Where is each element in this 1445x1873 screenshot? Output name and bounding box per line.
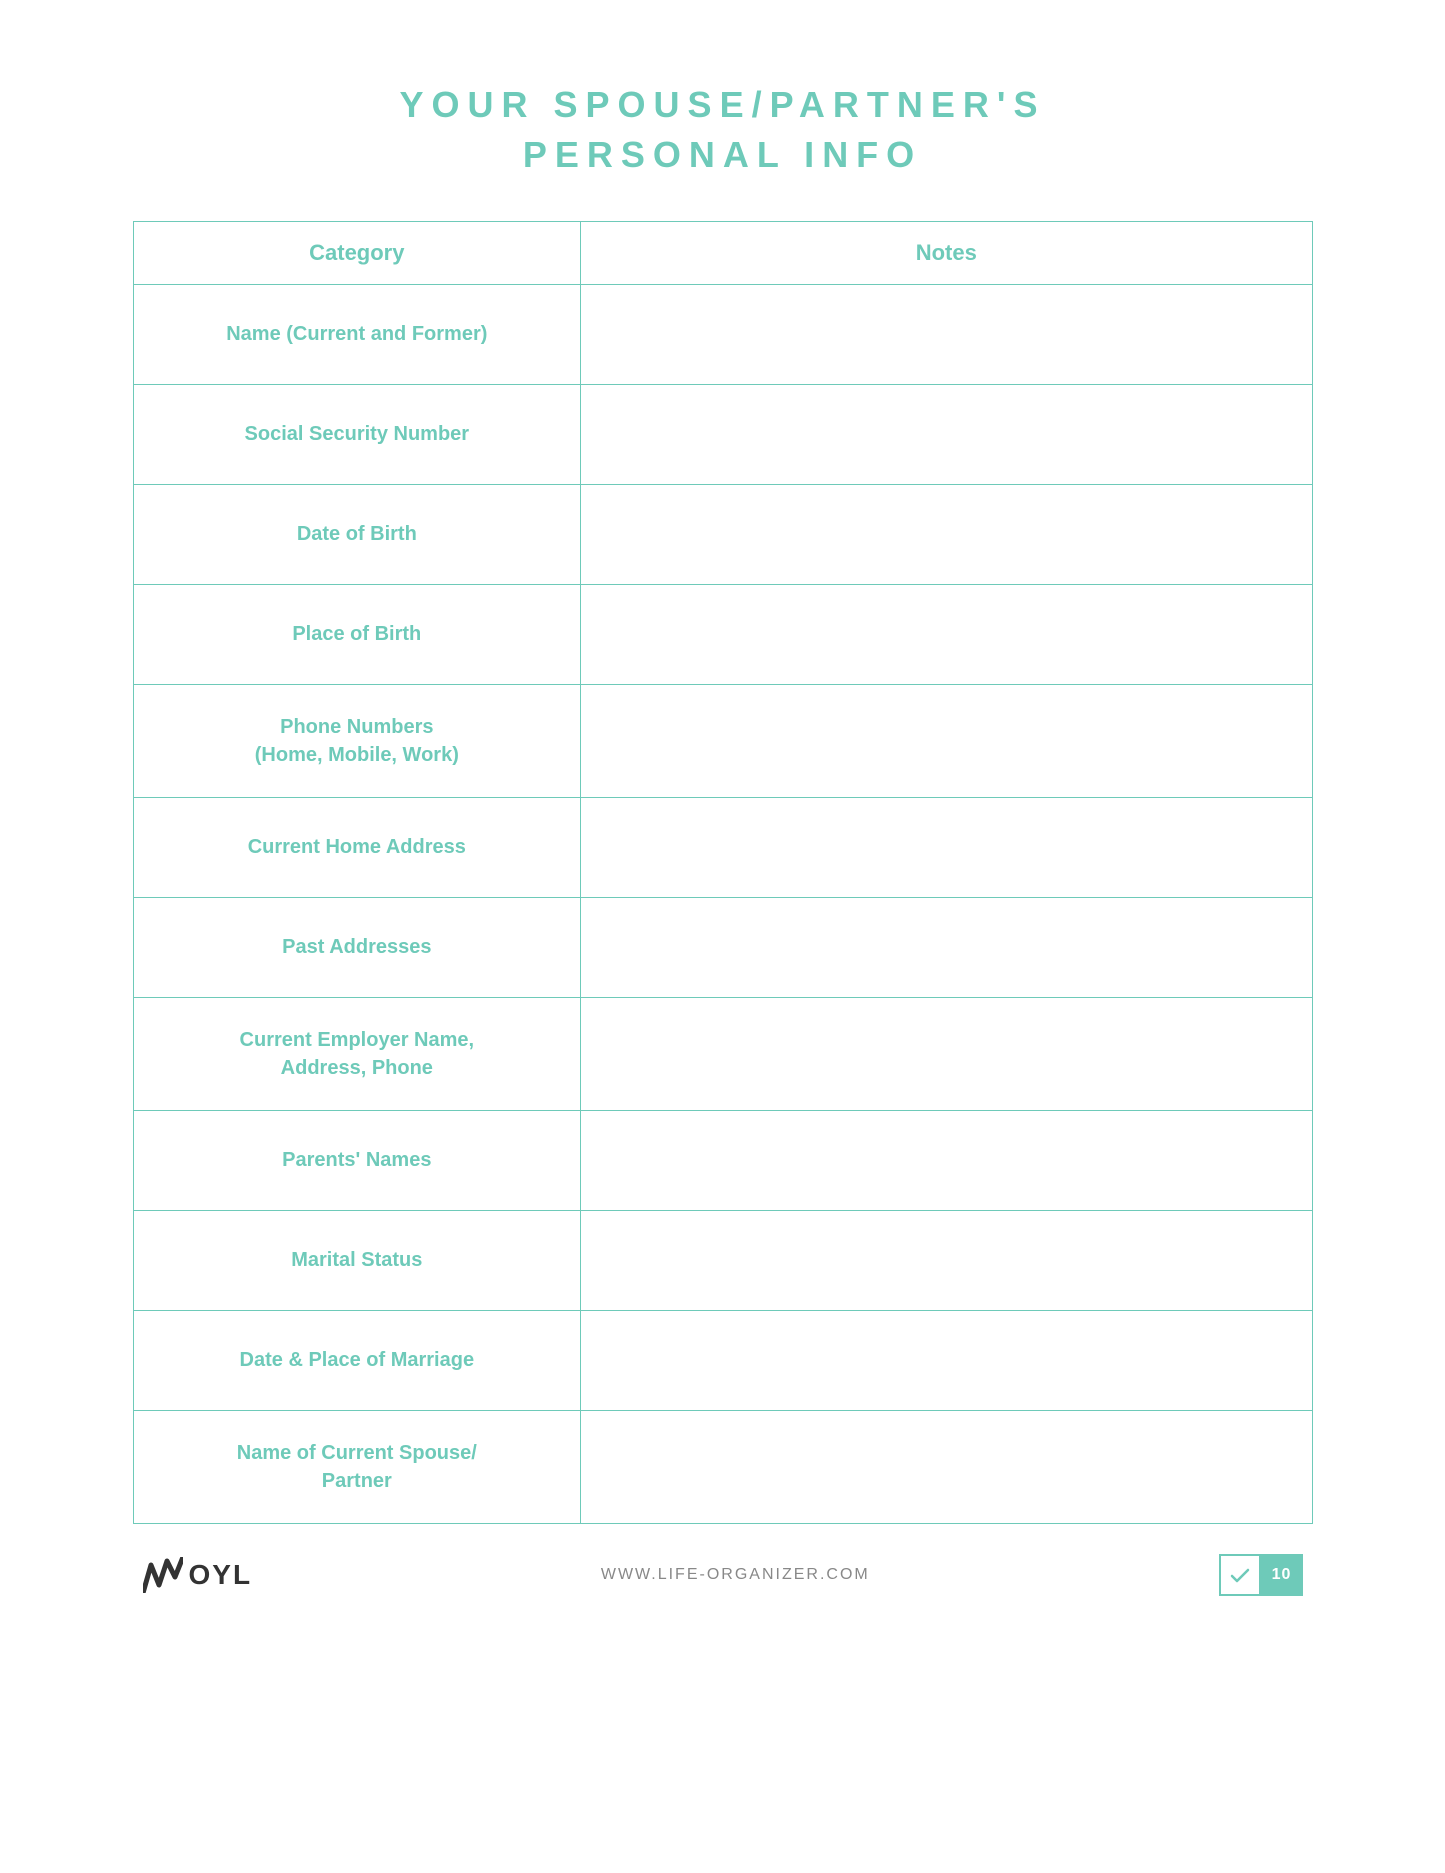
website-url: WWW.LIFE-ORGANIZER.COM (601, 1566, 870, 1584)
table-row: Name of Current Spouse/ Partner (134, 1411, 1312, 1523)
table-row: Current Employer Name, Address, Phone (134, 998, 1312, 1111)
row-notes-0 (581, 285, 1311, 384)
category-label: Name (Current and Former) (226, 320, 487, 348)
row-category-6: Past Addresses (134, 898, 582, 997)
row-category-11: Name of Current Spouse/ Partner (134, 1411, 582, 1523)
category-label: Marital Status (291, 1246, 422, 1274)
row-notes-9 (581, 1211, 1311, 1310)
category-label: Date of Birth (297, 520, 417, 548)
category-label: Current Employer Name, Address, Phone (240, 1026, 475, 1082)
category-label: Date & Place of Marriage (240, 1346, 475, 1374)
page-num-box: 10 (1261, 1554, 1303, 1596)
row-category-2: Date of Birth (134, 485, 582, 584)
table-row: Current Home Address (134, 798, 1312, 898)
row-notes-7 (581, 998, 1311, 1110)
table-row: Place of Birth (134, 585, 1312, 685)
title-line1: YOUR SPOUSE/PARTNER'S (400, 84, 1046, 125)
title-line2: PERSONAL INFO (523, 134, 922, 175)
table-row: Date & Place of Marriage (134, 1311, 1312, 1411)
category-label: Phone Numbers (Home, Mobile, Work) (255, 713, 459, 769)
row-notes-4 (581, 685, 1311, 797)
row-notes-5 (581, 798, 1311, 897)
logo-text: OYL (189, 1559, 253, 1591)
page-title: YOUR SPOUSE/PARTNER'S PERSONAL INFO (400, 80, 1046, 181)
category-label: Past Addresses (282, 933, 431, 961)
row-notes-6 (581, 898, 1311, 997)
table-row: Marital Status (134, 1211, 1312, 1311)
category-label: Name of Current Spouse/ Partner (237, 1439, 477, 1495)
table-rows: Name (Current and Former) Social Security… (134, 285, 1312, 1523)
info-table: Category Notes Name (Current and Former)… (133, 221, 1313, 1524)
table-row: Social Security Number (134, 385, 1312, 485)
table-row: Date of Birth (134, 485, 1312, 585)
row-notes-2 (581, 485, 1311, 584)
row-notes-1 (581, 385, 1311, 484)
row-category-3: Place of Birth (134, 585, 582, 684)
logo-icon (143, 1557, 183, 1593)
category-label: Current Home Address (248, 833, 466, 861)
row-category-5: Current Home Address (134, 798, 582, 897)
logo: OYL (143, 1557, 253, 1593)
table-row: Past Addresses (134, 898, 1312, 998)
row-category-4: Phone Numbers (Home, Mobile, Work) (134, 685, 582, 797)
footer: OYL WWW.LIFE-ORGANIZER.COM 10 (133, 1554, 1313, 1596)
row-category-9: Marital Status (134, 1211, 582, 1310)
category-label: Parents' Names (282, 1146, 431, 1174)
row-notes-8 (581, 1111, 1311, 1210)
category-label: Social Security Number (245, 420, 470, 448)
table-row: Phone Numbers (Home, Mobile, Work) (134, 685, 1312, 798)
table-row: Parents' Names (134, 1111, 1312, 1211)
row-category-1: Social Security Number (134, 385, 582, 484)
row-category-10: Date & Place of Marriage (134, 1311, 582, 1410)
row-notes-10 (581, 1311, 1311, 1410)
checkmark-icon (1228, 1563, 1252, 1587)
row-category-7: Current Employer Name, Address, Phone (134, 998, 582, 1110)
header-category: Category (134, 222, 582, 284)
page-number: 10 (1272, 1566, 1292, 1584)
table-header: Category Notes (134, 222, 1312, 285)
row-category-8: Parents' Names (134, 1111, 582, 1210)
row-category-0: Name (Current and Former) (134, 285, 582, 384)
page-number-box: 10 (1219, 1554, 1303, 1596)
checkmark-box (1219, 1554, 1261, 1596)
row-notes-3 (581, 585, 1311, 684)
table-row: Name (Current and Former) (134, 285, 1312, 385)
row-notes-11 (581, 1411, 1311, 1523)
category-label: Place of Birth (292, 620, 421, 648)
header-notes: Notes (581, 222, 1311, 284)
